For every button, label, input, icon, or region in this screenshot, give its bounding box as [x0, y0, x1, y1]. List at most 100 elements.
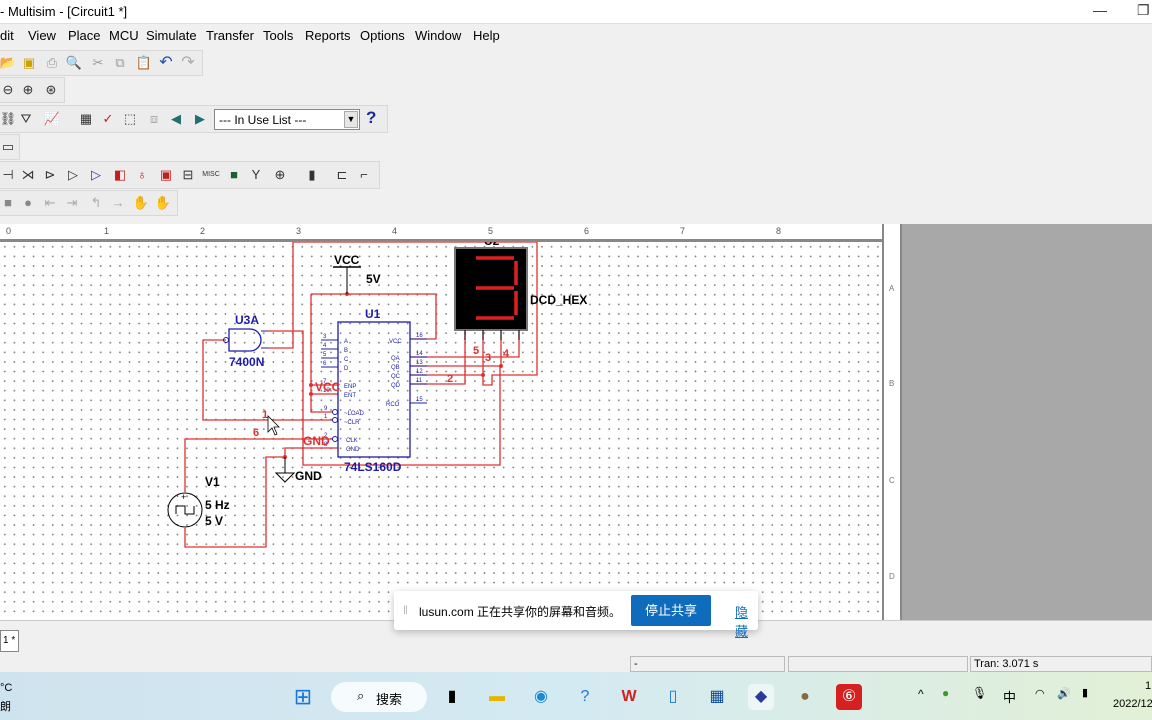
tray-chevron-up-icon[interactable]: ^ [918, 687, 924, 701]
multisim-taskbar-icon[interactable]: ◆ [748, 684, 774, 710]
undo-icon[interactable]: ↶ [157, 54, 175, 72]
windows-start-icon[interactable]: ⊞ [290, 684, 316, 710]
avatar-app-icon[interactable]: ● [792, 684, 818, 710]
volume-icon[interactable]: 🔊 [1057, 687, 1071, 700]
menu-place[interactable]: Place [68, 28, 101, 43]
postprocessor-icon[interactable]: ▦ [77, 110, 95, 128]
menu-options[interactable]: Options [360, 28, 405, 43]
menu-mcu[interactable]: MCU [109, 28, 139, 43]
wifi-icon[interactable]: ◠ [1035, 687, 1045, 700]
redo-icon[interactable]: ↷ [179, 54, 197, 72]
print-icon[interactable]: ⎙ [43, 54, 61, 72]
v1-clock-source[interactable]: + V1 5 Hz 5 V [167, 475, 230, 528]
taskbar-search[interactable]: ⌕ 搜索 [331, 682, 427, 712]
restore-icon[interactable]: ❐ [1137, 2, 1150, 19]
battery-icon[interactable]: ▮ [1082, 686, 1088, 699]
mcu-icon[interactable]: ▮ [303, 166, 321, 184]
indicator-icon[interactable]: ♁ [133, 166, 151, 184]
in-use-list-dropdown[interactable]: --- In Use List --- ▼ [214, 109, 360, 130]
wire[interactable] [202, 339, 333, 421]
cut-icon[interactable]: ✂ [89, 54, 107, 72]
menu-tools[interactable]: Tools [263, 28, 293, 43]
step-icon[interactable]: ⇤ [41, 194, 59, 212]
power-icon[interactable]: ▣ [157, 166, 175, 184]
zoom-out-icon[interactable]: ⊖ [0, 81, 17, 99]
step-into-icon[interactable]: ⇥ [63, 194, 81, 212]
menu-window[interactable]: Window [415, 28, 461, 43]
remove-breakpoints-icon[interactable]: ✋ [154, 194, 172, 212]
menu-simulate[interactable]: Simulate [146, 28, 197, 43]
mixed-icon[interactable]: ◧ [111, 166, 129, 184]
help-button[interactable]: ? [366, 108, 376, 128]
u2-seven-segment-display[interactable]: U2 DCD_HEX [454, 242, 587, 340]
store-icon[interactable]: ▦ [704, 684, 730, 710]
minimize-icon[interactable]: — [1093, 2, 1107, 18]
menu-reports[interactable]: Reports [305, 28, 351, 43]
chevron-down-icon[interactable]: ▼ [344, 111, 358, 128]
microphone-icon[interactable]: 🎙 [972, 686, 987, 700]
description-box-icon[interactable]: ▭ [0, 138, 17, 156]
menu-edit[interactable]: dit [0, 28, 14, 43]
stop-icon[interactable]: ■ [0, 194, 17, 212]
weather-desc[interactable]: 朗 [0, 698, 11, 714]
open-icon[interactable]: 📂 [0, 54, 17, 72]
file-explorer-icon[interactable]: ▬ [484, 684, 510, 710]
hierarchical-block-icon[interactable]: ⊏ [333, 166, 351, 184]
vcc-source[interactable]: VCC 5V [333, 253, 381, 294]
save-icon[interactable]: ▣ [20, 54, 38, 72]
schematic-canvas[interactable]: VCC 5V U1 74LS160D A B C D ENP ENT ~LOAD… [0, 242, 882, 620]
ruler-label: 8 [776, 226, 782, 236]
menu-view[interactable]: View [28, 28, 56, 43]
basic-icon[interactable]: ⋊ [19, 166, 37, 184]
help-app-icon[interactable]: ? [572, 684, 598, 710]
source-icon[interactable]: ⊣ [0, 166, 17, 184]
menu-help[interactable]: Help [473, 28, 500, 43]
forward-annotate-icon[interactable]: ▶ [191, 110, 209, 128]
clock-date[interactable]: 2022/12 [1113, 698, 1152, 710]
tray-app-icon[interactable]: ● [942, 686, 949, 700]
bus-icon[interactable]: ⌐ [355, 166, 373, 184]
clock-time[interactable]: 1 [1145, 680, 1151, 692]
zoom-area-icon[interactable]: ⊕ [19, 81, 37, 99]
drag-handle-icon[interactable]: ‖ [403, 603, 408, 617]
hierarchy-icon[interactable]: ⛓ [0, 110, 17, 128]
stop-sharing-button[interactable]: 停止共享 [631, 595, 711, 626]
wire[interactable] [268, 242, 294, 349]
rf-icon[interactable]: Y [247, 166, 265, 184]
component-wizard-icon[interactable]: ⧈ [145, 110, 163, 128]
wps-icon[interactable]: W [616, 684, 642, 710]
spreadsheet-icon[interactable]: ⛛ [17, 110, 35, 128]
region-select-icon[interactable]: ⬚ [121, 110, 139, 128]
advanced-peripherals-icon[interactable]: ■ [225, 166, 243, 184]
u3a-nand-gate[interactable]: U3A 7400N [223, 313, 269, 369]
hide-link[interactable]: 隐藏 [735, 602, 758, 640]
misc-icon[interactable]: MISC [202, 166, 220, 184]
grapher-icon[interactable]: 📈 [43, 110, 61, 128]
cmos-icon[interactable]: ▷ [87, 166, 105, 184]
wire[interactable] [284, 447, 338, 457]
tab-circuit1[interactable]: 1 * [0, 630, 19, 652]
ttl-icon[interactable]: ▷ [64, 166, 82, 184]
breakpoint-icon[interactable]: ✋ [132, 194, 150, 212]
weather-temp[interactable]: °C [0, 682, 12, 694]
pin-number: 12 [416, 369, 423, 375]
electromechanical-icon[interactable]: ⊕ [271, 166, 289, 184]
paste-icon[interactable]: 📋 [135, 54, 153, 72]
menu-transfer[interactable]: Transfer [206, 28, 254, 43]
edge-icon[interactable]: ◉ [528, 684, 554, 710]
ground-symbol[interactable]: GND [274, 457, 322, 483]
erc-icon[interactable]: ✓ [99, 110, 117, 128]
netease-music-icon[interactable]: ⑥ [836, 684, 862, 710]
pause-icon[interactable]: ● [19, 194, 37, 212]
ime-indicator[interactable]: 中 [1003, 687, 1016, 706]
notepad-icon[interactable]: ▯ [660, 684, 686, 710]
print-preview-icon[interactable]: 🔍 [65, 54, 83, 72]
step-out-icon[interactable]: ↰ [87, 194, 105, 212]
back-annotate-icon[interactable]: ◀ [167, 110, 185, 128]
run-to-cursor-icon[interactable]: → [109, 194, 127, 212]
diode-icon[interactable]: ⊳ [41, 166, 59, 184]
task-view-icon[interactable]: ▮ [439, 684, 465, 710]
misc-digital-icon[interactable]: ⊟ [179, 166, 197, 184]
zoom-fit-icon[interactable]: ⊛ [42, 81, 60, 99]
copy-icon[interactable]: ⧉ [111, 54, 129, 72]
